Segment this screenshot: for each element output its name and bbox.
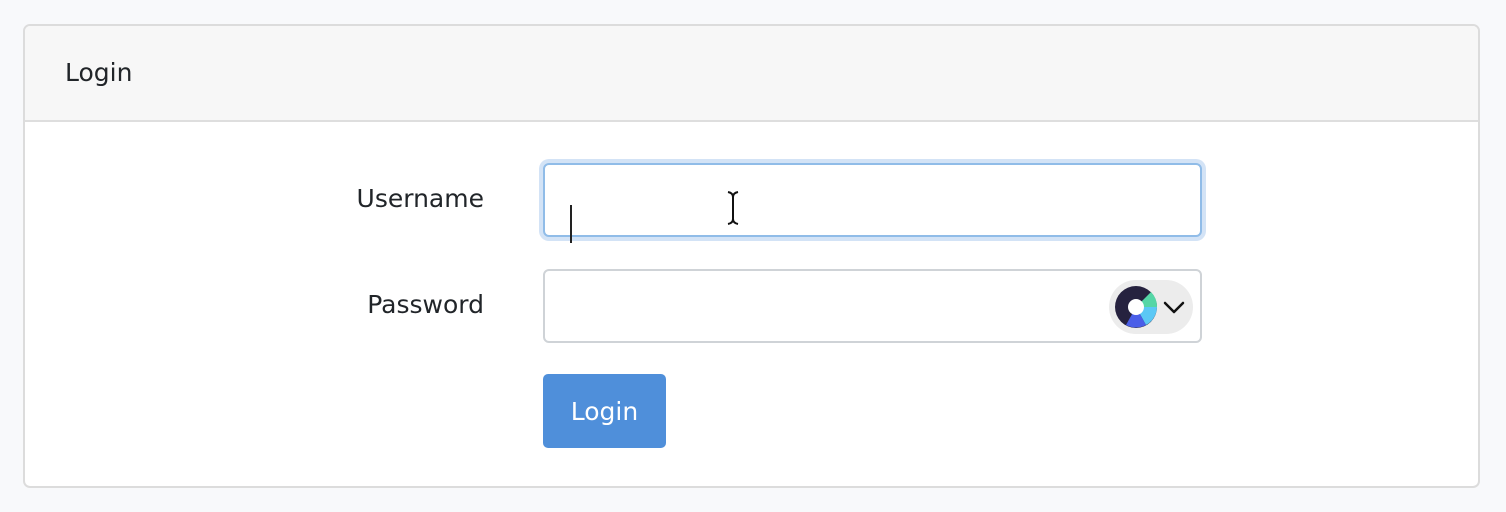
- chevron-down-icon: [1163, 301, 1185, 314]
- card-header: Login: [25, 26, 1478, 122]
- username-input[interactable]: [543, 163, 1202, 237]
- password-input[interactable]: [543, 269, 1202, 343]
- login-card: Login Username Password Login: [23, 24, 1480, 488]
- password-manager-icon: [1115, 286, 1157, 328]
- text-cursor-icon: [727, 191, 739, 225]
- username-label: Username: [356, 184, 484, 213]
- text-caret: [570, 205, 572, 243]
- card-title: Login: [65, 58, 133, 87]
- password-label: Password: [367, 290, 484, 319]
- login-button[interactable]: Login: [543, 374, 666, 448]
- password-manager-button[interactable]: [1109, 280, 1193, 334]
